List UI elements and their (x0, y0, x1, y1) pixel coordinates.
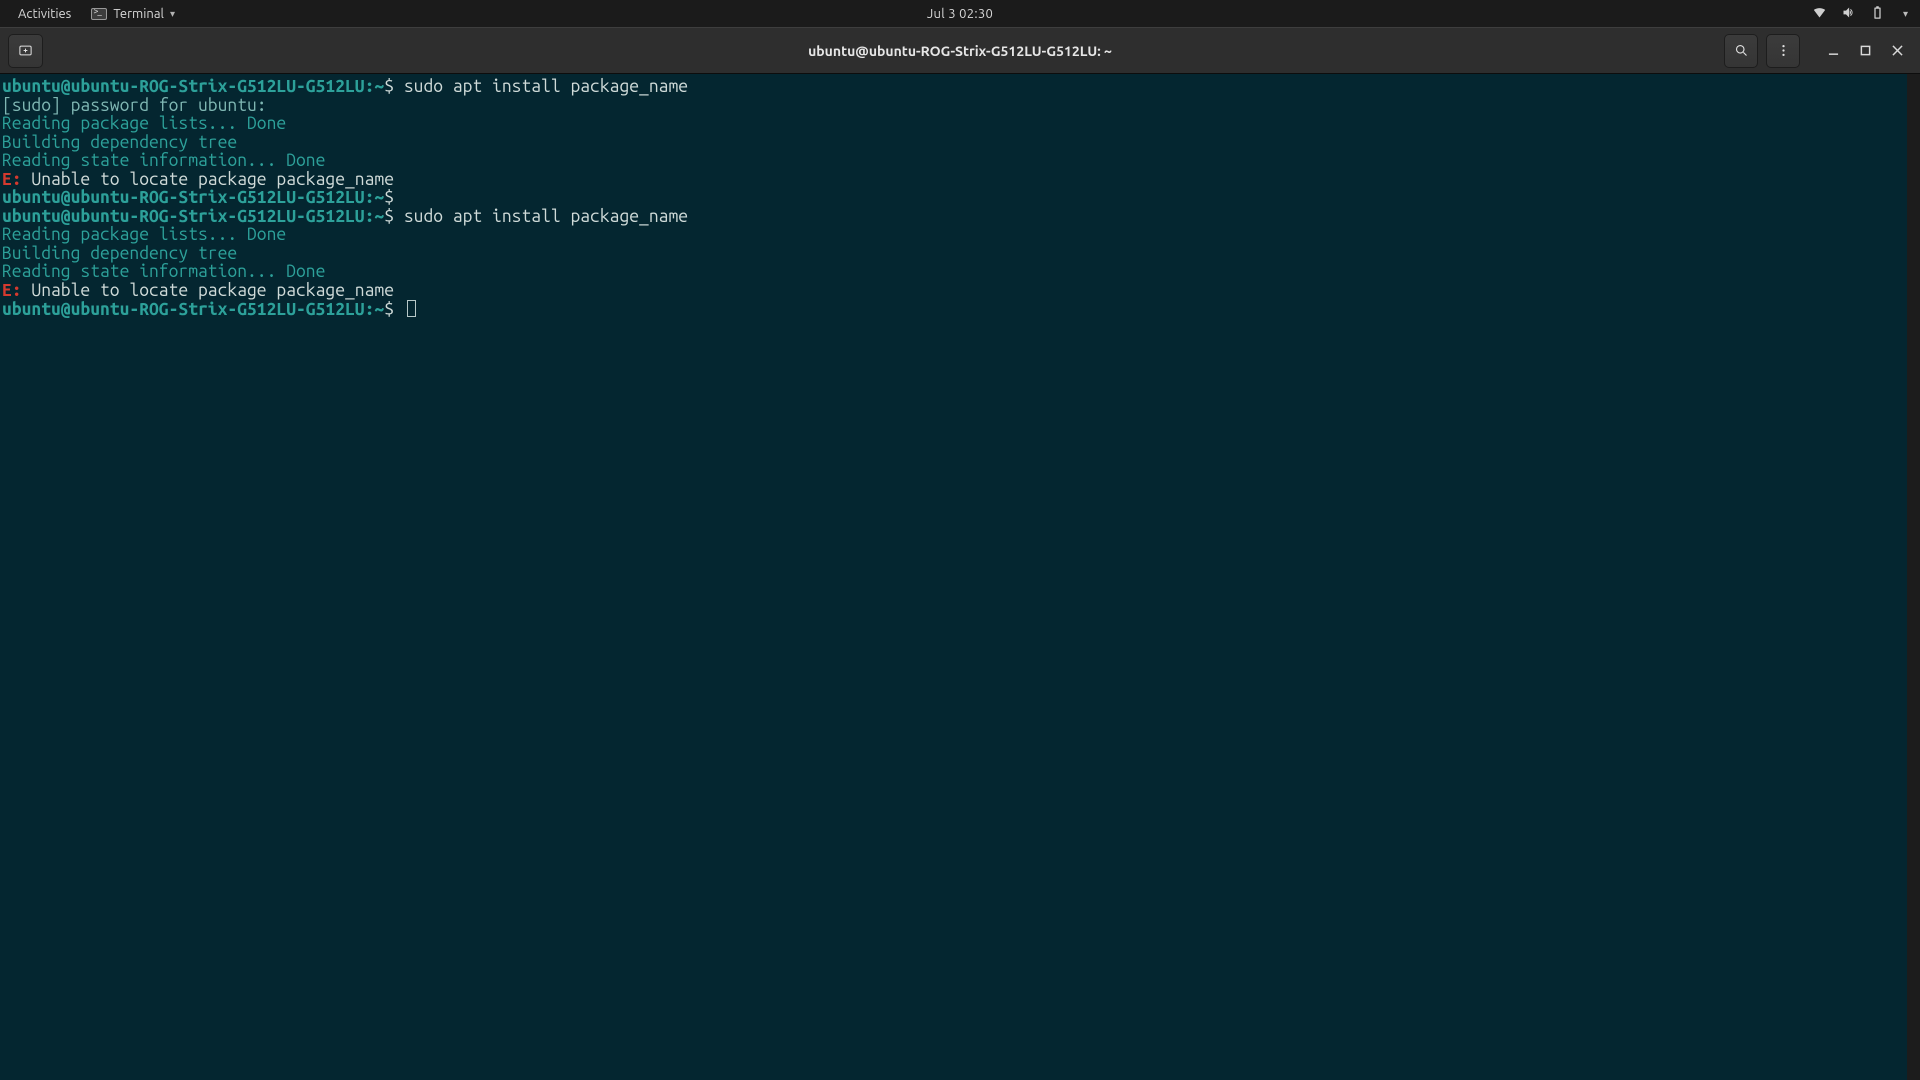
volume-icon (1841, 5, 1856, 23)
chevron-down-icon: ▾ (170, 8, 175, 20)
activities-button[interactable]: Activities (8, 0, 81, 27)
chevron-down-icon: ▾ (1899, 8, 1908, 20)
terminal-output: ubuntu@ubuntu-ROG-Strix-G512LU-G512LU:~$… (0, 74, 1920, 322)
close-button[interactable] (1888, 42, 1906, 60)
terminal-icon (91, 8, 107, 20)
system-tray[interactable]: ▾ (1812, 5, 1912, 23)
window-title: ubuntu@ubuntu-ROG-Strix-G512LU-G512LU: ~ (808, 43, 1112, 59)
new-tab-button[interactable] (8, 34, 43, 68)
hamburger-menu-button[interactable] (1766, 34, 1800, 68)
scrollbar[interactable] (1907, 74, 1920, 1080)
gnome-top-bar: Activities Terminal ▾ Jul 3 02:30 ▾ (0, 0, 1920, 27)
minimize-button[interactable] (1824, 42, 1842, 60)
battery-icon (1870, 5, 1885, 23)
window-titlebar: ubuntu@ubuntu-ROG-Strix-G512LU-G512LU: ~ (0, 27, 1920, 74)
clock[interactable]: Jul 3 02:30 (927, 7, 993, 21)
app-menu-label: Terminal (113, 7, 164, 21)
cursor (407, 300, 416, 317)
app-menu-button[interactable]: Terminal ▾ (81, 0, 185, 27)
network-icon (1812, 5, 1827, 23)
terminal-viewport[interactable]: ubuntu@ubuntu-ROG-Strix-G512LU-G512LU:~$… (0, 74, 1920, 1080)
maximize-button[interactable] (1856, 42, 1874, 60)
search-button[interactable] (1724, 34, 1758, 68)
